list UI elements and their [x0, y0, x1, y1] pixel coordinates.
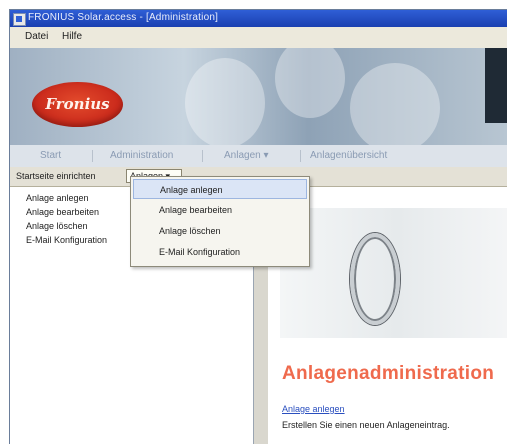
left-item-email-konfiguration[interactable]: E-Mail Konfiguration [26, 235, 107, 245]
title-bar[interactable]: FRONIUS Solar.access - [Administration] [10, 10, 507, 27]
left-item-anlage-loeschen[interactable]: Anlage löschen [26, 221, 88, 231]
menu-bar: Datei Hilfe [10, 27, 507, 49]
startseite-einrichten-link[interactable]: Startseite einrichten [16, 171, 96, 181]
app-icon [13, 13, 26, 26]
app-window: FRONIUS Solar.access - [Administration] … [10, 10, 507, 444]
window-title: FRONIUS Solar.access - [Administration] [28, 12, 219, 23]
nav-anlagen[interactable]: Anlagen ▾ [224, 150, 269, 161]
nav-start[interactable]: Start [40, 150, 61, 161]
menu-item-anlage-bearbeiten[interactable]: Anlage bearbeiten [133, 200, 307, 220]
left-item-anlage-anlegen[interactable]: Anlage anlegen [26, 193, 89, 203]
logo-text: Fronius [45, 95, 110, 113]
brand-logo: Fronius [32, 82, 123, 127]
page-heading: Anlagenadministration [282, 363, 495, 384]
anlage-anlegen-link[interactable]: Anlage anlegen [282, 404, 345, 414]
hero-image [280, 208, 507, 338]
main-nav: Start Administration Anlagen ▾ Anlagenüb… [10, 145, 507, 168]
left-item-anlage-bearbeiten[interactable]: Anlage bearbeiten [26, 207, 99, 217]
page-description: Erstellen Sie einen neuen Anlageneintrag… [282, 420, 450, 430]
anlagen-dropdown-menu: Anlage anlegen Anlage bearbeiten Anlage … [130, 176, 310, 267]
nav-anlagenuebersicht[interactable]: Anlagenübersicht [310, 150, 387, 161]
ring-graphic [350, 233, 400, 325]
menu-item-anlage-loeschen[interactable]: Anlage löschen [133, 221, 307, 241]
nav-administration[interactable]: Administration [110, 150, 173, 161]
menu-hilfe[interactable]: Hilfe [62, 31, 82, 42]
menu-item-email-konfiguration[interactable]: E-Mail Konfiguration [133, 242, 307, 262]
menu-datei[interactable]: Datei [25, 31, 48, 42]
menu-item-anlage-anlegen[interactable]: Anlage anlegen [133, 179, 307, 199]
